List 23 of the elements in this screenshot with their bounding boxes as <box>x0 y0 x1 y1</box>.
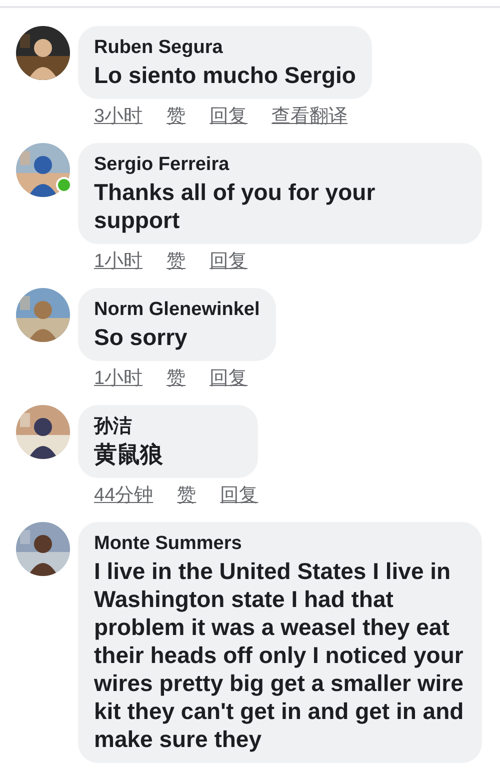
comment-time-link[interactable]: 3小时 <box>94 103 143 129</box>
comment-action-link[interactable]: 回复 <box>210 248 248 274</box>
comment-time-link[interactable]: 44分钟 <box>94 482 154 508</box>
comment-text: I live in the United States I live in Washington state I had that problem it was a weasel they eat their heads off only I noticed your wires pretty big get a smaller wire kit they can't get in and get in and make sure they <box>94 557 465 753</box>
comment-action-link[interactable]: 回复 <box>220 482 258 508</box>
comment-action-link[interactable]: 赞 <box>166 248 186 274</box>
comment-author: Monte Summers <box>94 532 243 555</box>
comment-text: Lo siento mucho Sergio <box>94 61 356 89</box>
comment-text: So sorry <box>94 323 188 351</box>
comment-text: Thanks all of you for your support <box>94 178 376 234</box>
comment-action-link[interactable]: 赞 <box>166 365 186 391</box>
comment-author: Norm Glenewinkel <box>94 298 260 321</box>
comment-author: 孙洁 <box>94 415 133 438</box>
comment-author: Sergio Ferreira <box>94 153 230 176</box>
comment-action-link[interactable]: 赞 <box>166 103 186 129</box>
comment-action-link[interactable]: 赞 <box>177 482 196 508</box>
comment-text: 黄鼠狼 <box>94 440 164 468</box>
comment-action-link[interactable]: 回复 <box>210 103 248 129</box>
comment-time-link[interactable]: 1小时 <box>94 365 143 391</box>
comment-author: Ruben Segura <box>94 36 224 59</box>
comment-time-link[interactable]: 1小时 <box>94 248 143 274</box>
comment-action-link[interactable]: 查看翻译 <box>272 103 348 129</box>
comment-action-link[interactable]: 回复 <box>210 365 248 391</box>
